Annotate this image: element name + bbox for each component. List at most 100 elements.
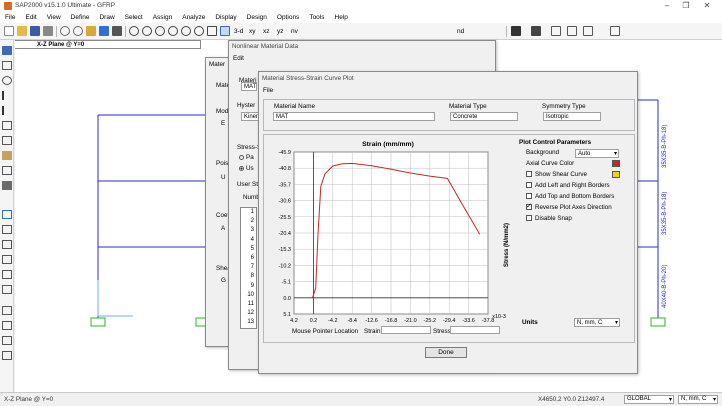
disable-snap-row[interactable]: Disable Snap <box>526 214 572 224</box>
clear-selection-icon[interactable] <box>2 336 12 345</box>
material-icon[interactable] <box>531 26 541 36</box>
menu-define[interactable]: Define <box>66 12 95 21</box>
reshape-icon[interactable] <box>2 61 12 70</box>
nonlinear-dialog-menu-edit[interactable]: Edit <box>233 55 244 62</box>
draw-section-cut-icon[interactable] <box>2 166 12 175</box>
plot-dialog-menu-file[interactable]: File <box>263 87 273 94</box>
menu-analyze[interactable]: Analyze <box>177 12 210 21</box>
zoom-window-icon[interactable] <box>142 26 152 36</box>
option-user[interactable]: Us <box>239 165 254 172</box>
display-icon[interactable] <box>610 26 620 36</box>
undo-icon[interactable] <box>60 26 70 36</box>
top-bottom-borders-checkbox[interactable] <box>526 193 532 200</box>
redo-icon[interactable] <box>73 26 83 36</box>
row-number: 7 <box>250 264 254 271</box>
units-select[interactable]: N, mm, C ▾ <box>574 318 620 327</box>
material-name-field-short[interactable]: MAT <box>241 82 257 91</box>
left-right-borders-checkbox[interactable] <box>526 182 532 189</box>
get-previous-icon[interactable] <box>2 321 12 330</box>
menu-view[interactable]: View <box>42 12 66 21</box>
lock-icon[interactable] <box>86 26 96 36</box>
top-bottom-borders-row[interactable]: Add Top and Bottom Borders <box>526 192 614 202</box>
option-parametric[interactable]: Pa <box>239 154 254 161</box>
left-right-borders-row[interactable]: Add Left and Right Borders <box>526 181 610 191</box>
background-select[interactable]: Auto ▾ <box>575 149 619 158</box>
draw-solid-icon[interactable] <box>2 151 12 160</box>
view-nv-label[interactable]: nv <box>291 28 298 35</box>
snap-ends-icon[interactable] <box>2 225 12 234</box>
units-status-select[interactable]: N, mm, C <box>678 395 718 404</box>
draw-cable-icon[interactable] <box>2 121 12 130</box>
x-tick-label: -25.2 <box>424 318 437 324</box>
snap-lines-icon[interactable] <box>2 270 12 279</box>
show-shear-row[interactable]: Show Shear Curve <box>526 170 587 180</box>
section-icon[interactable] <box>511 26 521 36</box>
run-analysis-icon[interactable] <box>99 26 109 36</box>
load-icon[interactable] <box>583 26 593 36</box>
draw-joint-icon[interactable] <box>2 76 12 85</box>
y-tick-label: -5.1 <box>282 280 291 286</box>
shear-color-swatch[interactable] <box>612 171 620 178</box>
menu-options[interactable]: Options <box>272 12 304 21</box>
window-title: SAP2000 v15.1.0 Ultimate - GFRP <box>15 2 116 9</box>
draw-link-icon[interactable] <box>2 106 12 115</box>
snap-perpendicular-icon[interactable] <box>2 255 12 264</box>
poisson-value: U <box>221 174 226 181</box>
row-number-column: 1 2 3 4 5 6 7 8 9 10 11 12 13 <box>240 207 257 329</box>
select-all-icon[interactable] <box>2 306 12 315</box>
pan-icon[interactable] <box>207 26 217 36</box>
close-icon[interactable]: ✕ <box>700 1 714 10</box>
zoom-previous-icon[interactable] <box>194 26 204 36</box>
view-yz-label[interactable]: yz <box>277 28 284 35</box>
draw-dimension-icon[interactable] <box>2 181 12 190</box>
view-3d-icon[interactable] <box>220 26 230 36</box>
print-icon[interactable] <box>43 26 53 36</box>
zoom-out-icon[interactable] <box>168 26 178 36</box>
menu-help[interactable]: Help <box>330 12 353 21</box>
minimize-icon[interactable]: – <box>660 1 674 10</box>
zoom-fit-icon[interactable] <box>181 26 191 36</box>
view-3d-label[interactable]: 3-d <box>234 28 243 35</box>
draw-frame-icon[interactable] <box>2 91 12 100</box>
grid-icon[interactable] <box>551 26 561 36</box>
save-icon[interactable] <box>30 26 40 36</box>
disable-snap-checkbox[interactable] <box>526 215 532 222</box>
material-type-field: Concrete <box>450 112 518 121</box>
menu-design[interactable]: Design <box>242 12 272 21</box>
section-label-lower: 40X40-B-Ph-20) <box>662 265 668 308</box>
hysteresis-field[interactable]: Kinem <box>241 112 261 121</box>
view-xz-label[interactable]: xz <box>263 28 270 35</box>
menu-select[interactable]: Select <box>120 12 148 21</box>
draw-area-icon[interactable] <box>2 136 12 145</box>
row-number: 13 <box>247 319 254 326</box>
reverse-axes-checkbox[interactable] <box>526 202 532 212</box>
view-xy-label[interactable]: xy <box>249 28 256 35</box>
spring-icon[interactable] <box>567 26 577 36</box>
refresh-icon[interactable] <box>129 26 139 36</box>
snap-intersections-icon[interactable] <box>2 240 12 249</box>
row-number: 9 <box>250 282 254 289</box>
pointer-icon[interactable] <box>112 26 122 36</box>
view-nd-label[interactable]: nd <box>457 28 464 35</box>
coordinate-system-select[interactable]: GLOBAL <box>624 395 674 404</box>
title-bar: SAP2000 v15.1.0 Ultimate - GFRP – ❐ ✕ <box>0 0 722 12</box>
show-shear-checkbox[interactable] <box>526 171 532 178</box>
intersecting-line-icon[interactable] <box>2 351 12 360</box>
menu-display[interactable]: Display <box>210 12 241 21</box>
snap-points-icon[interactable] <box>2 210 12 219</box>
done-button[interactable]: Done <box>425 347 467 358</box>
menu-tools[interactable]: Tools <box>304 12 329 21</box>
menu-file[interactable]: File <box>0 12 20 21</box>
new-file-icon[interactable] <box>4 26 14 36</box>
snap-grid-icon[interactable] <box>2 285 12 294</box>
restore-icon[interactable]: ❐ <box>679 1 693 10</box>
reverse-axes-row[interactable]: Reverse Plot Axes Direction <box>526 202 612 213</box>
y-tick-label: -10.2 <box>278 263 291 269</box>
menu-edit[interactable]: Edit <box>20 12 41 21</box>
menu-assign[interactable]: Assign <box>148 12 178 21</box>
open-folder-icon[interactable] <box>17 26 27 36</box>
axial-color-swatch[interactable] <box>612 160 620 167</box>
select-pointer-icon[interactable] <box>2 46 12 55</box>
menu-draw[interactable]: Draw <box>94 12 119 21</box>
zoom-in-icon[interactable] <box>155 26 165 36</box>
